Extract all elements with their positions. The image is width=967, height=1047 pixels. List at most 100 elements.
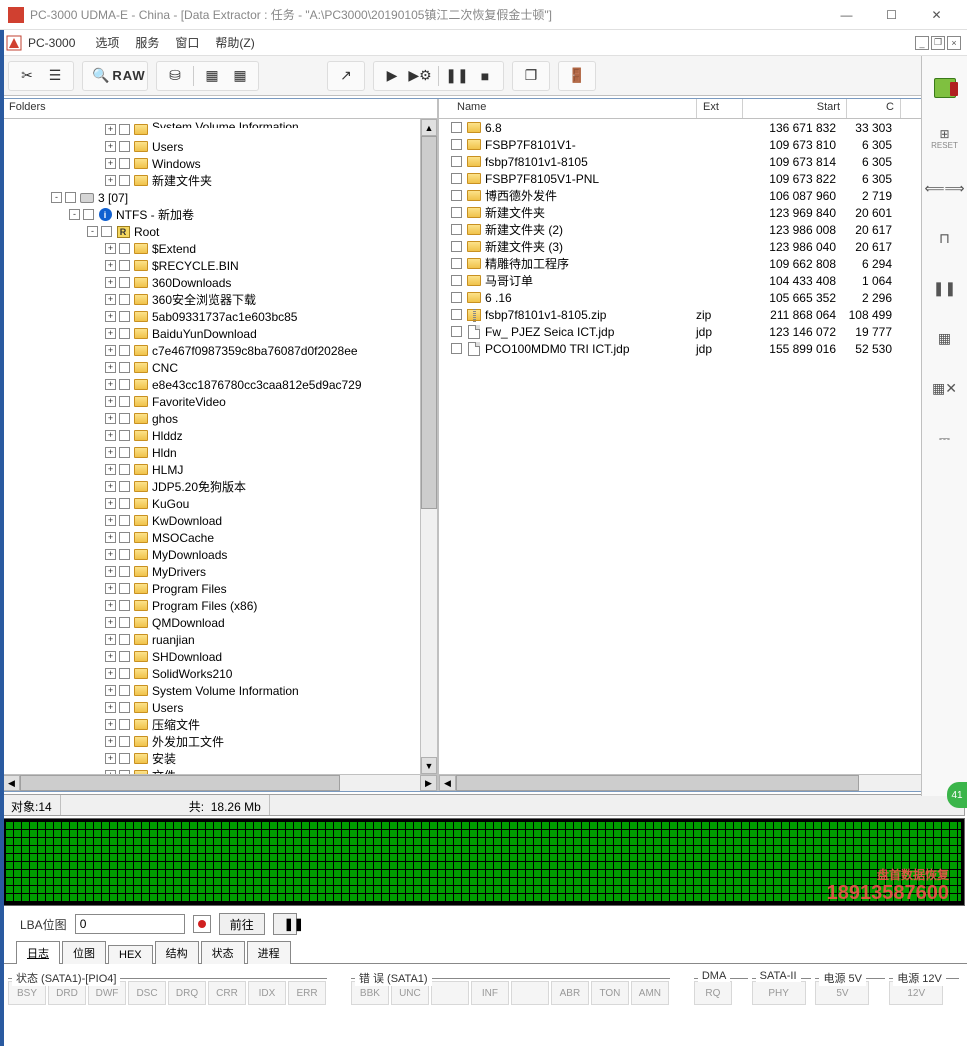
expand-toggle[interactable]: + — [105, 311, 116, 322]
tree-checkbox[interactable] — [119, 141, 130, 152]
expand-toggle[interactable]: + — [105, 515, 116, 526]
tree-row[interactable]: +$RECYCLE.BIN — [5, 257, 418, 274]
tree-checkbox[interactable] — [119, 600, 130, 611]
tree-row[interactable]: +SolidWorks210 — [5, 665, 418, 682]
tree-row[interactable]: +System Volume Information — [5, 121, 418, 138]
delete-icon[interactable]: ▦✕ — [931, 374, 959, 402]
scroll-down-icon[interactable]: ▼ — [421, 757, 437, 774]
expand-toggle[interactable]: + — [105, 175, 116, 186]
tree-checkbox[interactable] — [119, 243, 130, 254]
map1-icon[interactable]: ▦ — [198, 63, 226, 89]
tree-row[interactable]: +新建文件夹 — [5, 172, 418, 189]
file-row[interactable]: Fw_ PJEZ Seica ICT.jdpjdp123 146 07219 7… — [439, 323, 947, 340]
close-button[interactable]: ✕ — [914, 0, 959, 30]
pause-icon[interactable]: ❚❚ — [443, 63, 471, 89]
expand-toggle[interactable]: - — [51, 192, 62, 203]
file-checkbox[interactable] — [451, 224, 462, 235]
tree-checkbox[interactable] — [119, 124, 130, 135]
connector-icon[interactable]: ⊓ — [931, 224, 959, 252]
tree-checkbox[interactable] — [119, 362, 130, 373]
expand-toggle[interactable]: + — [105, 243, 116, 254]
folders-tab[interactable]: Folders — [3, 99, 437, 119]
tree-checkbox[interactable] — [119, 566, 130, 577]
tree-row[interactable]: -iNTFS - 新加卷 — [5, 206, 418, 223]
expand-toggle[interactable]: + — [105, 396, 116, 407]
expand-toggle[interactable]: + — [105, 345, 116, 356]
tree-row[interactable]: +MyDrivers — [5, 563, 418, 580]
tree-checkbox[interactable] — [119, 328, 130, 339]
file-row[interactable]: 博西德外发件106 087 9602 719 — [439, 187, 947, 204]
expand-toggle[interactable]: + — [105, 549, 116, 560]
tree-row[interactable]: +System Volume Information — [5, 682, 418, 699]
mdi-close[interactable]: × — [947, 36, 961, 50]
tree-row[interactable]: +JDP5.20免狗版本 — [5, 478, 418, 495]
expand-toggle[interactable]: + — [105, 464, 116, 475]
col-name[interactable]: Name — [439, 99, 697, 118]
file-list[interactable]: 6.8136 671 83233 303FSBP7F8101V1-109 673… — [439, 119, 947, 774]
tree-checkbox[interactable] — [119, 668, 130, 679]
tree-row[interactable]: +文件 — [5, 767, 418, 774]
tree-checkbox[interactable] — [119, 481, 130, 492]
expand-toggle[interactable]: + — [105, 668, 116, 679]
tree-checkbox[interactable] — [119, 396, 130, 407]
file-checkbox[interactable] — [451, 122, 462, 133]
expand-toggle[interactable]: + — [105, 447, 116, 458]
scroll-right-icon[interactable]: ▶ — [420, 775, 437, 791]
tree-checkbox[interactable] — [119, 430, 130, 441]
file-checkbox[interactable] — [451, 275, 462, 286]
tab-hex[interactable]: HEX — [108, 945, 153, 964]
scroll-left-icon[interactable]: ◀ — [439, 775, 456, 791]
expand-toggle[interactable]: + — [105, 600, 116, 611]
tree-checkbox[interactable] — [101, 226, 112, 237]
tree-checkbox[interactable] — [65, 192, 76, 203]
menu-services[interactable]: 服务 — [127, 31, 167, 54]
expand-toggle[interactable]: - — [87, 226, 98, 237]
tree-checkbox[interactable] — [119, 447, 130, 458]
tree-row[interactable]: +Users — [5, 699, 418, 716]
tree-row[interactable]: +c7e467f0987359c8ba76087d0f2028ee — [5, 342, 418, 359]
stop-icon[interactable]: ■ — [471, 63, 499, 89]
tree-checkbox[interactable] — [119, 719, 130, 730]
tree-row[interactable]: +ghos — [5, 410, 418, 427]
minimize-button[interactable]: — — [824, 0, 869, 30]
tree-row[interactable]: -3 [07] — [5, 189, 418, 206]
expand-toggle[interactable]: + — [105, 719, 116, 730]
expand-toggle[interactable]: + — [105, 430, 116, 441]
menu-help[interactable]: 帮助(Z) — [207, 31, 262, 54]
tree-row[interactable]: +e8e43cc1876780cc3caa812e5d9ac729 — [5, 376, 418, 393]
tree-vscroll[interactable]: ▲ ▼ — [420, 119, 437, 774]
tab-status[interactable]: 状态 — [201, 941, 245, 964]
expand-toggle[interactable]: + — [105, 294, 116, 305]
tree-checkbox[interactable] — [119, 583, 130, 594]
expand-toggle[interactable]: + — [105, 481, 116, 492]
folder-tree[interactable]: +System Volume Information+Users+Windows… — [3, 119, 420, 774]
tree-row[interactable]: +外发加工文件 — [5, 733, 418, 750]
file-row[interactable]: 新建文件夹 (3)123 986 04020 617 — [439, 238, 947, 255]
disk-status-icon[interactable] — [931, 74, 959, 102]
expand-toggle[interactable]: + — [105, 753, 116, 764]
expand-toggle[interactable]: + — [105, 651, 116, 662]
file-checkbox[interactable] — [451, 258, 462, 269]
binoculars-icon[interactable]: 🔍 — [87, 63, 115, 89]
expand-toggle[interactable]: + — [105, 736, 116, 747]
badge[interactable]: 41 — [947, 782, 967, 808]
tree-checkbox[interactable] — [119, 702, 130, 713]
tree-row[interactable]: +SHDownload — [5, 648, 418, 665]
disk-icon[interactable]: ⛁ — [161, 63, 189, 89]
expand-toggle[interactable]: + — [105, 277, 116, 288]
play-settings-icon[interactable]: ▶⚙ — [406, 63, 434, 89]
raw-button[interactable]: RAW — [115, 63, 143, 89]
tree-row[interactable]: +HLMJ — [5, 461, 418, 478]
tab-bitmap[interactable]: 位图 — [62, 941, 106, 964]
expand-toggle[interactable]: + — [105, 532, 116, 543]
expand-toggle[interactable]: + — [105, 141, 116, 152]
pause-side-icon[interactable]: ❚❚ — [931, 274, 959, 302]
tree-row[interactable]: +压缩文件 — [5, 716, 418, 733]
export-icon[interactable]: ↗ — [332, 63, 360, 89]
copy-icon[interactable]: ❐ — [517, 63, 545, 89]
grid-icon[interactable]: ▦ — [931, 324, 959, 352]
expand-toggle[interactable]: - — [69, 209, 80, 220]
tree-row[interactable]: +QMDownload — [5, 614, 418, 631]
tree-row[interactable]: +MyDownloads — [5, 546, 418, 563]
tree-checkbox[interactable] — [119, 345, 130, 356]
